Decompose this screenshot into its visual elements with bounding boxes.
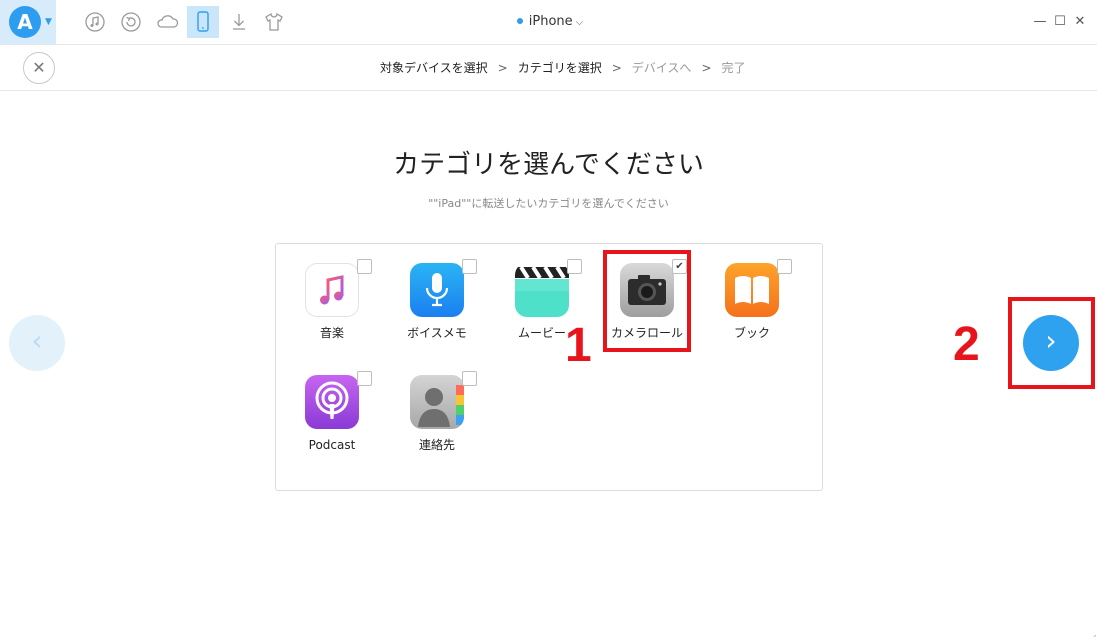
breadcrumb-bar: ✕ 対象デバイスを選択 > カテゴリを選択 > デバイスへ > 完了 [0, 45, 1097, 91]
page-title: カテゴリを選んでください [393, 150, 704, 180]
breadcrumb-step-done: 完了 [721, 61, 746, 75]
category-checkbox[interactable] [462, 371, 477, 386]
title-bar: A ▼ iPhone ⌵ — ☐ ✕ [0, 0, 1097, 45]
music-app-icon [305, 263, 359, 317]
category-checkbox[interactable] [462, 259, 477, 274]
breadcrumb-step-select-category: カテゴリを選択 [517, 61, 602, 75]
book-icon [725, 263, 779, 317]
category-podcast[interactable]: Podcast [282, 371, 382, 475]
connection-status-dot [516, 17, 523, 24]
category-panel: 音楽 ボイスメモ ムービー ✔ カメラロール ブック Podcast 連絡先 [275, 243, 823, 491]
category-checkbox[interactable] [357, 259, 372, 274]
annotation-highlight-camera-roll [603, 250, 691, 352]
category-contacts[interactable]: 連絡先 [387, 371, 487, 475]
device-name: iPhone [528, 14, 573, 29]
movie-clapper-icon [515, 263, 569, 317]
breadcrumb-step-select-device: 対象デバイスを選択 [380, 61, 488, 75]
app-logo-icon: A [9, 6, 41, 38]
podcast-icon [305, 375, 359, 429]
annotation-step-number: 1 [565, 319, 592, 372]
app-menu-button[interactable]: A ▼ [0, 0, 56, 44]
device-icon[interactable] [187, 6, 219, 38]
breadcrumb-separator: > [497, 61, 508, 75]
category-label: ブック [733, 326, 770, 340]
category-music[interactable]: 音楽 [282, 259, 382, 363]
category-label: ボイスメモ [407, 326, 467, 340]
category-book[interactable]: ブック [702, 259, 802, 363]
category-checkbox[interactable] [567, 259, 582, 274]
close-window-button[interactable]: ✕ [1072, 12, 1088, 32]
voice-memo-icon [410, 263, 464, 317]
category-label: 連絡先 [418, 438, 455, 452]
resize-grip[interactable] [1087, 627, 1097, 637]
annotation-step-number: 2 [953, 318, 980, 371]
breadcrumb: 対象デバイスを選択 > カテゴリを選択 > デバイスへ > 完了 [380, 59, 746, 77]
restore-icon[interactable] [116, 7, 146, 37]
category-label: 音楽 [319, 326, 344, 340]
device-selector[interactable]: iPhone ⌵ [500, 12, 600, 32]
close-icon[interactable]: ✕ [23, 52, 55, 84]
tshirt-icon[interactable] [259, 7, 289, 37]
minimize-button[interactable]: — [1032, 12, 1048, 32]
category-checkbox[interactable] [357, 371, 372, 386]
chevron-down-icon: ▼ [45, 17, 52, 27]
annotation-highlight-next [1008, 297, 1095, 389]
contacts-icon [410, 375, 464, 429]
download-icon[interactable] [224, 7, 254, 37]
breadcrumb-separator: > [701, 61, 712, 75]
cloud-icon[interactable] [152, 7, 182, 37]
music-icon[interactable] [80, 7, 110, 37]
category-label: Podcast [308, 438, 356, 452]
category-checkbox[interactable] [777, 259, 792, 274]
chevron-down-icon: ⌵ [575, 17, 584, 28]
breadcrumb-step-to-device: デバイスへ [631, 61, 692, 75]
maximize-button[interactable]: ☐ [1052, 12, 1068, 32]
page-subtitle: ""iPad""に転送したいカテゴリを選んでください [428, 197, 669, 210]
previous-button[interactable]: ‹ [9, 315, 65, 371]
breadcrumb-separator: > [611, 61, 622, 75]
category-voice-memo[interactable]: ボイスメモ [387, 259, 487, 363]
